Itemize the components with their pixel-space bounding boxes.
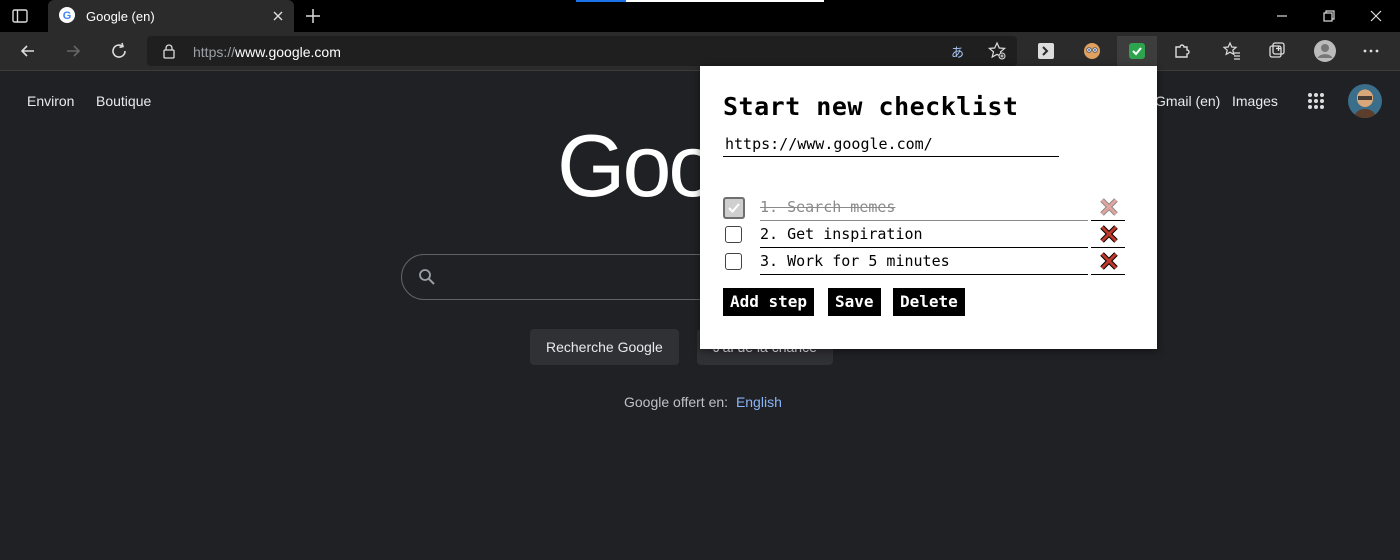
browser-tab[interactable]: G Google (en) bbox=[48, 0, 294, 32]
favorites-icon[interactable] bbox=[1222, 41, 1242, 61]
extension-mascot-icon[interactable] bbox=[1082, 41, 1102, 61]
extension-terminal-icon[interactable] bbox=[1036, 41, 1056, 61]
step-text[interactable]: 1. Search memes bbox=[760, 198, 1088, 221]
checklist-step: 3. Work for 5 minutes bbox=[723, 248, 1127, 275]
checklist-popup: Start new checklist 1. Search memes 2. G… bbox=[700, 66, 1157, 349]
add-favorite-icon[interactable] bbox=[987, 41, 1007, 61]
read-aloud-icon[interactable]: あ bbox=[951, 42, 969, 60]
checklist-url-input[interactable] bbox=[723, 132, 1059, 157]
language-offer: Google offert en: English bbox=[624, 394, 782, 410]
delete-x-icon bbox=[1100, 198, 1118, 216]
forward-icon[interactable] bbox=[63, 41, 83, 61]
new-tab-icon[interactable] bbox=[303, 6, 323, 26]
address-bar[interactable]: https://www.google.com あ bbox=[147, 36, 1017, 66]
english-link[interactable]: English bbox=[736, 394, 782, 410]
delete-step-button[interactable] bbox=[1091, 250, 1125, 275]
tab-actions-icon[interactable] bbox=[10, 6, 38, 26]
back-icon[interactable] bbox=[18, 41, 38, 61]
delete-checklist-button[interactable]: Delete bbox=[893, 288, 965, 316]
checklist-extension-button[interactable] bbox=[1117, 36, 1157, 66]
delete-x-icon bbox=[1100, 225, 1118, 243]
add-step-button[interactable]: Add step bbox=[723, 288, 815, 316]
delete-step-button[interactable] bbox=[1091, 196, 1125, 221]
google-favicon-icon: G bbox=[59, 7, 75, 23]
gmail-link[interactable]: Gmail (en) bbox=[1155, 93, 1220, 109]
account-avatar[interactable] bbox=[1348, 84, 1382, 118]
checklist-step: 1. Search memes bbox=[723, 194, 1127, 221]
offered-in-label: Google offert en: bbox=[624, 394, 729, 410]
extensions-puzzle-icon[interactable] bbox=[1172, 41, 1192, 61]
step-text[interactable]: 2. Get inspiration bbox=[760, 225, 1088, 248]
search-icon bbox=[418, 268, 436, 286]
boutique-link[interactable]: Boutique bbox=[96, 93, 151, 109]
minimize-icon[interactable] bbox=[1272, 6, 1292, 26]
lock-icon[interactable] bbox=[161, 43, 177, 59]
close-tab-icon[interactable] bbox=[270, 8, 286, 24]
popup-title: Start new checklist bbox=[723, 92, 1019, 121]
save-button[interactable]: Save bbox=[828, 288, 881, 316]
close-window-icon[interactable] bbox=[1366, 6, 1386, 26]
collections-icon[interactable] bbox=[1267, 41, 1287, 61]
google-search-button[interactable]: Recherche Google bbox=[530, 329, 679, 365]
checkmark-icon bbox=[728, 203, 740, 213]
svg-text:G: G bbox=[63, 10, 72, 22]
delete-x-icon bbox=[1100, 252, 1118, 270]
checklist-check-icon bbox=[1129, 43, 1145, 59]
checklist-step: 2. Get inspiration bbox=[723, 221, 1127, 248]
images-link[interactable]: Images bbox=[1232, 93, 1278, 109]
step-text[interactable]: 3. Work for 5 minutes bbox=[760, 252, 1088, 275]
restore-icon[interactable] bbox=[1319, 6, 1339, 26]
more-menu-icon[interactable] bbox=[1361, 41, 1381, 61]
delete-step-button[interactable] bbox=[1091, 223, 1125, 248]
google-logo: Goo bbox=[557, 116, 717, 215]
environ-link[interactable]: Environ bbox=[27, 93, 74, 109]
step-checkbox-checked[interactable] bbox=[723, 197, 745, 219]
google-apps-icon[interactable] bbox=[1307, 92, 1325, 110]
step-checkbox[interactable] bbox=[725, 253, 742, 270]
refresh-icon[interactable] bbox=[109, 41, 129, 61]
tab-strip: G Google (en) bbox=[0, 0, 1400, 32]
url-text[interactable]: https://www.google.com bbox=[193, 44, 341, 60]
tab-title: Google (en) bbox=[86, 9, 155, 24]
step-checkbox[interactable] bbox=[725, 226, 742, 243]
window-drag-strip bbox=[576, 0, 824, 2]
profile-icon[interactable] bbox=[1313, 39, 1337, 63]
